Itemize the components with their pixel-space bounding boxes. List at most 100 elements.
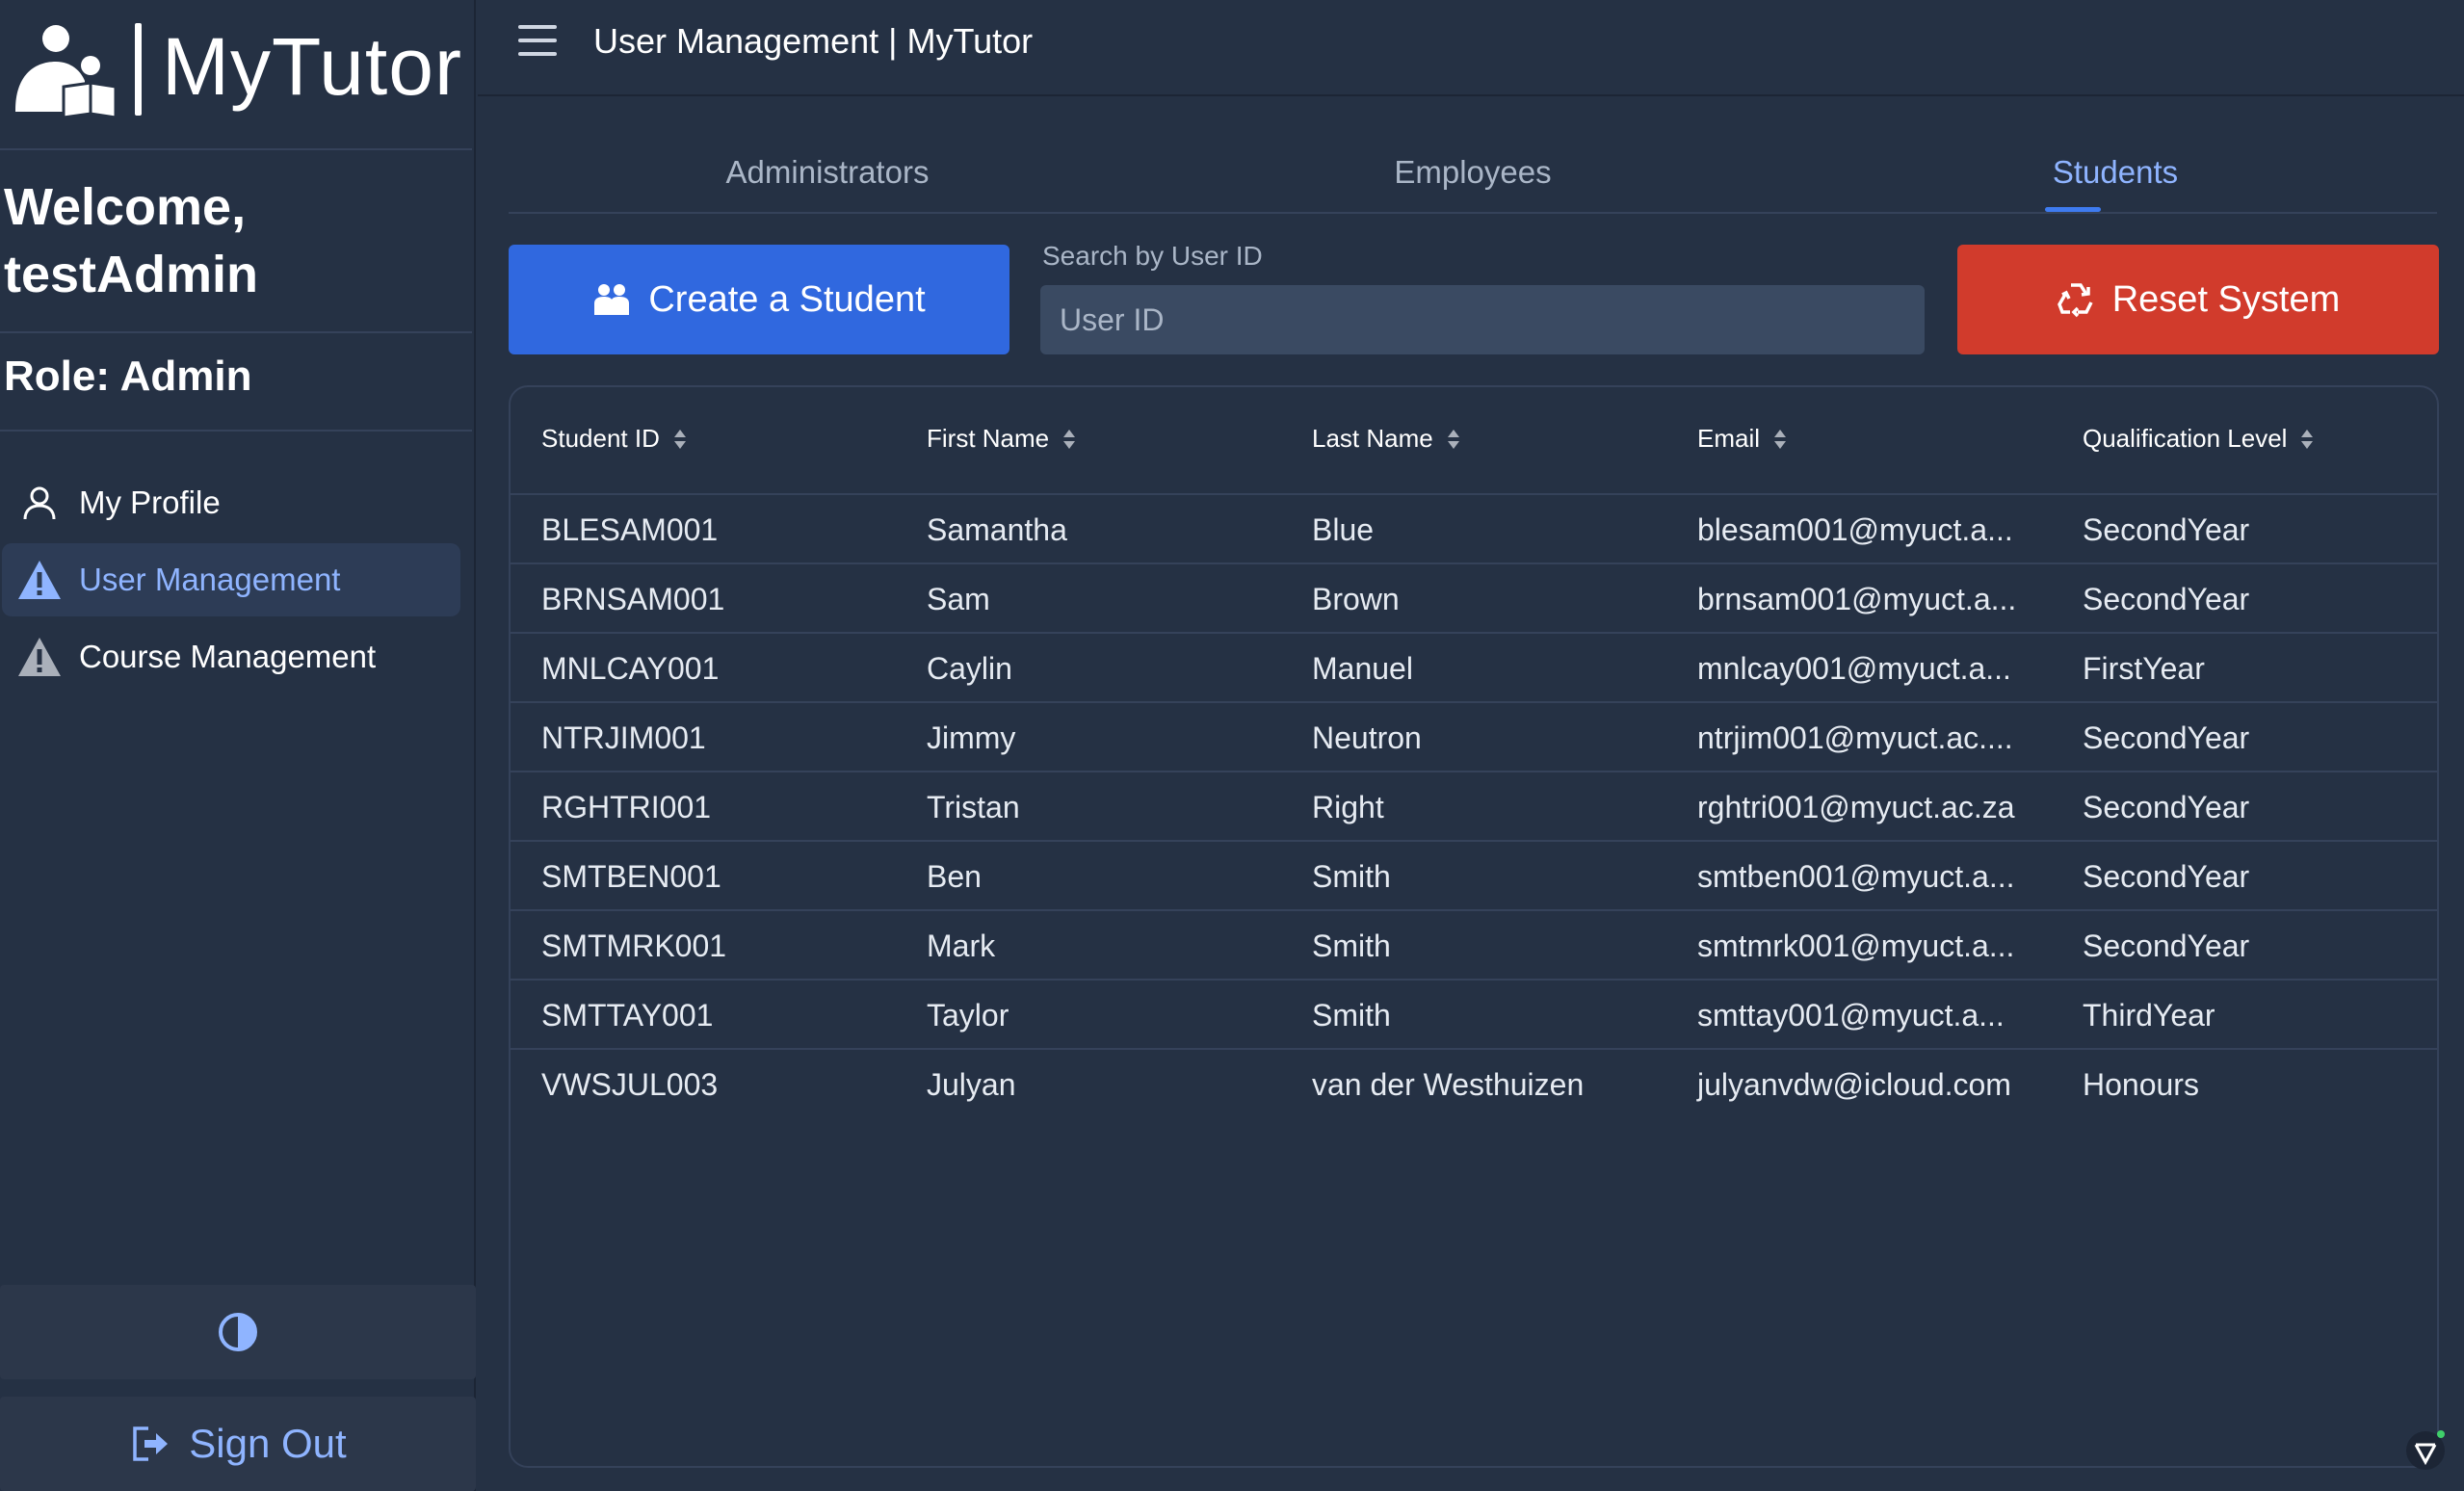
active-tab-indicator [2045, 207, 2101, 212]
cell-student-id: NTRJIM001 [541, 720, 706, 755]
cell-student-id: VWSJUL003 [541, 1067, 719, 1102]
users-icon [594, 284, 630, 315]
cell-student-id: SMTTAY001 [541, 998, 714, 1033]
cell-student-id: RGHTRI001 [541, 790, 712, 824]
cell-student-id: SMTBEN001 [541, 859, 721, 894]
cell-first-name: Ben [927, 859, 982, 894]
cell-last-name: Brown [1312, 582, 1400, 616]
cell-last-name: Smith [1312, 929, 1391, 963]
sort-icon[interactable] [673, 428, 687, 451]
devtools-badge-icon[interactable] [2404, 1429, 2447, 1472]
table-row[interactable]: SMTBEN001 Ben Smith smtben001@myuct.a...… [511, 842, 2437, 911]
column-header-qualification-level[interactable]: Qualification Level [2083, 424, 2314, 454]
table-row[interactable]: SMTMRK001 Mark Smith smtmrk001@myuct.a..… [511, 911, 2437, 981]
column-header-student-id[interactable]: Student ID [541, 424, 687, 454]
table-row[interactable]: BLESAM001 Samantha Blue blesam001@myuct.… [511, 495, 2437, 564]
cell-first-name: Jimmy [927, 720, 1016, 755]
cell-email: smtben001@myuct.a... [1697, 859, 2015, 894]
cell-qualification: ThirdYear [2083, 998, 2215, 1033]
create-student-button[interactable]: Create a Student [509, 245, 1009, 354]
cell-first-name: Samantha [927, 512, 1067, 547]
welcome-line: Welcome, [4, 178, 247, 236]
column-header-label: Email [1697, 424, 1761, 453]
divider [0, 331, 472, 333]
sort-icon[interactable] [2300, 428, 2314, 451]
role-label: Role: Admin [4, 353, 252, 400]
table-row[interactable]: RGHTRI001 Tristan Right rghtri001@myuct.… [511, 772, 2437, 842]
cell-email: blesam001@myuct.a... [1697, 512, 2013, 547]
cell-last-name: Manuel [1312, 651, 1413, 686]
cell-qualification: SecondYear [2083, 859, 2250, 894]
cell-first-name: Julyan [927, 1067, 1016, 1102]
cell-first-name: Caylin [927, 651, 1012, 686]
sign-out-icon [133, 1426, 169, 1461]
table-row[interactable]: SMTTAY001 Taylor Smith smttay001@myuct.a… [511, 981, 2437, 1050]
column-header-label: Last Name [1312, 424, 1433, 453]
column-header-email[interactable]: Email [1697, 424, 1787, 454]
sort-icon[interactable] [1447, 428, 1460, 451]
tab-employees[interactable]: Employees [1155, 144, 1791, 214]
students-table: Student ID First Name Last Name Email Qu… [509, 385, 2439, 1468]
cell-last-name: Blue [1312, 512, 1375, 547]
warning-icon [13, 631, 66, 683]
table-header: Student ID First Name Last Name Email Qu… [511, 387, 2437, 495]
contrast-icon [219, 1313, 257, 1351]
table-row[interactable]: VWSJUL003 Julyan van der Westhuizen july… [511, 1050, 2437, 1119]
cell-email: rghtri001@myuct.ac.za [1697, 790, 2015, 824]
top-header: User Management | MyTutor [478, 0, 2464, 96]
cell-email: brnsam001@myuct.a... [1697, 582, 2017, 616]
sort-icon[interactable] [1773, 428, 1787, 451]
cell-email: smttay001@myuct.a... [1697, 998, 2005, 1033]
column-header-label: Student ID [541, 424, 660, 453]
divider [0, 148, 472, 150]
table-row[interactable]: BRNSAM001 Sam Brown brnsam001@myuct.a...… [511, 564, 2437, 634]
cell-qualification: SecondYear [2083, 720, 2250, 755]
cell-qualification: Honours [2083, 1067, 2199, 1102]
page-title: User Management | MyTutor [593, 21, 1034, 61]
sidebar-item-user-management[interactable]: User Management [2, 543, 460, 616]
cell-email: smtmrk001@myuct.a... [1697, 929, 2015, 963]
cell-first-name: Sam [927, 582, 990, 616]
column-header-first-name[interactable]: First Name [927, 424, 1076, 454]
welcome-text: Welcome, testAdmin [4, 173, 466, 308]
sidebar-item-label: Course Management [79, 639, 377, 674]
column-header-label: First Name [927, 424, 1050, 453]
cell-last-name: van der Westhuizen [1312, 1067, 1585, 1102]
user-icon [13, 477, 66, 529]
sign-out-button[interactable]: Sign Out [0, 1397, 476, 1491]
cell-first-name: Tristan [927, 790, 1020, 824]
cell-first-name: Mark [927, 929, 996, 963]
brand-name: MyTutor [162, 21, 462, 112]
cell-qualification: SecondYear [2083, 512, 2250, 547]
cell-student-id: BRNSAM001 [541, 582, 725, 616]
table-row[interactable]: NTRJIM001 Jimmy Neutron ntrjim001@myuct.… [511, 703, 2437, 772]
cell-student-id: MNLCAY001 [541, 651, 720, 686]
tab-students[interactable]: Students [1797, 144, 2433, 214]
cell-qualification: SecondYear [2083, 929, 2250, 963]
tab-administrators[interactable]: Administrators [510, 144, 1145, 214]
brand-divider [135, 23, 142, 116]
hamburger-menu-icon[interactable] [518, 25, 557, 56]
sidebar-item-course-management[interactable]: Course Management [2, 620, 460, 693]
table-row[interactable]: MNLCAY001 Caylin Manuel mnlcay001@myuct.… [511, 634, 2437, 703]
cell-last-name: Smith [1312, 998, 1391, 1033]
sign-out-label: Sign Out [189, 1421, 347, 1466]
reset-system-button[interactable]: Reset System [1957, 245, 2439, 354]
cell-qualification: FirstYear [2083, 651, 2205, 686]
sidebar-item-label: User Management [79, 562, 341, 597]
recycle-icon [2057, 283, 2093, 318]
cell-last-name: Neutron [1312, 720, 1422, 755]
sidebar-item-my-profile[interactable]: My Profile [2, 466, 460, 539]
sort-icon[interactable] [1062, 428, 1076, 451]
cell-student-id: SMTMRK001 [541, 929, 727, 963]
brand-header[interactable]: MyTutor [0, 0, 476, 148]
sidebar: MyTutor Welcome, testAdmin Role: Admin M… [0, 0, 476, 1491]
theme-toggle-button[interactable] [0, 1285, 476, 1379]
cell-last-name: Right [1312, 790, 1384, 824]
cell-first-name: Taylor [927, 998, 1009, 1033]
sidebar-item-label: My Profile [79, 484, 221, 520]
cell-qualification: SecondYear [2083, 582, 2250, 616]
user-id-search-input[interactable] [1040, 285, 1925, 354]
column-header-last-name[interactable]: Last Name [1312, 424, 1460, 454]
warning-icon [13, 554, 66, 606]
